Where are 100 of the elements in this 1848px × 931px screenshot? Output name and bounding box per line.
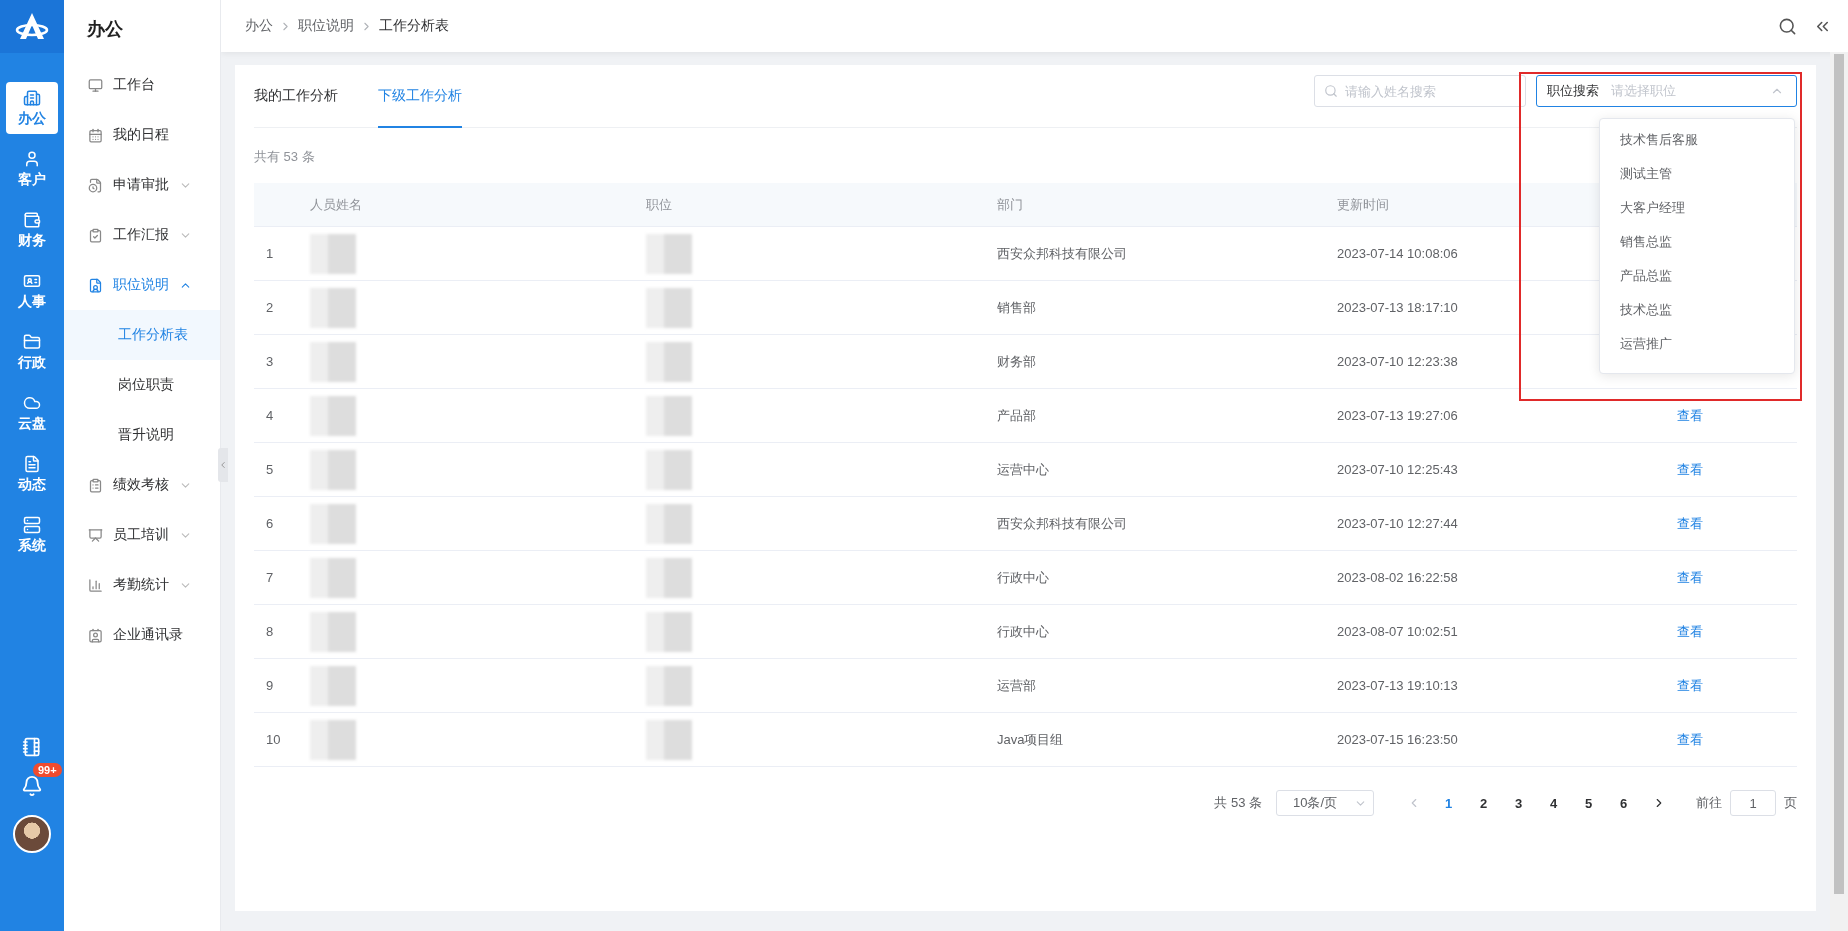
total-count: 共有 53 条 xyxy=(254,148,315,166)
rail-item[interactable]: 动态 xyxy=(6,448,58,500)
menu-icon xyxy=(88,477,103,493)
table-cell: 2023-07-13 19:10:13 xyxy=(1337,678,1458,693)
table-cell: 2023-07-15 16:23:50 xyxy=(1337,732,1458,747)
name-search-field[interactable]: 请输入姓名搜索 xyxy=(1314,75,1526,107)
view-link[interactable]: 查看 xyxy=(1665,515,1703,531)
row-number: 5 xyxy=(266,462,274,477)
menu-icon xyxy=(88,127,103,143)
rail-item[interactable]: 行政 xyxy=(6,326,58,378)
menu-icon xyxy=(88,277,103,293)
scrollbar[interactable] xyxy=(1830,52,1848,931)
dropdown-option[interactable]: 产品总监 xyxy=(1600,261,1794,290)
notification-badge: 99+ xyxy=(33,763,62,777)
page-number[interactable]: 4 xyxy=(1536,795,1571,811)
menu-icon xyxy=(88,527,103,543)
table-cell: 2023-07-14 10:08:06 xyxy=(1337,246,1458,261)
rail-item[interactable]: 客户 xyxy=(6,143,58,195)
collapse-handle[interactable] xyxy=(218,448,228,482)
row-number: 9 xyxy=(266,678,274,693)
position-select[interactable]: 职位搜索 请选择职位 xyxy=(1536,75,1797,107)
table-cell: 西安众邦科技有限公司 xyxy=(997,244,1127,263)
goto-label: 前往 xyxy=(1696,794,1722,812)
row-number: 1 xyxy=(266,246,274,261)
sidebar-subitem[interactable]: 工作分析表 xyxy=(64,310,220,360)
sidebar-item[interactable]: 工作汇报 xyxy=(64,210,220,260)
table-cell: 运营部 xyxy=(997,676,1036,695)
page-number[interactable]: 6 xyxy=(1606,795,1641,811)
pagination-total: 共 53 条 xyxy=(1214,794,1262,812)
search-icon xyxy=(1324,84,1338,98)
notebook-icon[interactable] xyxy=(22,737,42,757)
sidebar-title: 办公 xyxy=(86,18,124,41)
sidebar-subitem[interactable]: 岗位职责 xyxy=(64,360,220,410)
page-number[interactable]: 3 xyxy=(1501,795,1536,811)
rail-item[interactable]: 人事 xyxy=(6,265,58,317)
table-cell: 2023-08-02 16:22:58 xyxy=(1337,570,1458,585)
menu-icon xyxy=(88,227,103,243)
dropdown-option[interactable]: 技术售后客服 xyxy=(1600,125,1794,154)
page-size-select[interactable]: 10条/页 xyxy=(1276,790,1374,816)
category-icon xyxy=(23,210,41,229)
page-number[interactable]: 2 xyxy=(1466,795,1501,811)
table-cell: 运营中心 xyxy=(997,460,1049,479)
column-header: 职位 xyxy=(646,195,672,214)
bell-icon[interactable] xyxy=(21,775,43,797)
menu-icon xyxy=(88,577,103,593)
breadcrumb-item[interactable]: 职位说明 xyxy=(298,17,354,35)
sidebar-subitem[interactable]: 晋升说明 xyxy=(64,410,220,460)
view-link[interactable]: 查看 xyxy=(1665,731,1703,747)
sidebar-item[interactable]: 工作台 xyxy=(64,60,220,110)
table-cell: 2023-07-10 12:25:43 xyxy=(1337,462,1458,477)
row-number: 4 xyxy=(266,408,274,423)
avatar[interactable] xyxy=(13,815,51,853)
sidebar-item[interactable]: 考勤统计 xyxy=(64,560,220,610)
sidebar-item[interactable]: 企业通讯录 xyxy=(64,610,220,660)
menu-icon xyxy=(88,77,103,93)
category-icon xyxy=(23,454,41,473)
row-number: 6 xyxy=(266,516,274,531)
goto-page-field[interactable]: 1 xyxy=(1730,790,1776,816)
row-number: 10 xyxy=(266,732,281,747)
tab[interactable]: 我的工作分析 xyxy=(254,65,338,128)
view-link[interactable]: 查看 xyxy=(1665,461,1703,477)
category-icon xyxy=(23,515,41,534)
row-number: 7 xyxy=(266,570,274,585)
dropdown-option[interactable]: 销售总监 xyxy=(1600,227,1794,256)
dropdown-option[interactable]: 测试主管 xyxy=(1600,159,1794,188)
table-cell: 行政中心 xyxy=(997,568,1049,587)
page-number[interactable]: 5 xyxy=(1571,795,1606,811)
view-link[interactable]: 查看 xyxy=(1665,677,1703,693)
row-number: 3 xyxy=(266,354,274,369)
dropdown-option[interactable]: 运营推广 xyxy=(1600,329,1794,358)
sidebar-item[interactable]: 绩效考核 xyxy=(64,460,220,510)
page-number[interactable]: 1 xyxy=(1431,795,1466,811)
view-link[interactable]: 查看 xyxy=(1665,407,1703,423)
table-cell: 2023-07-13 19:27:06 xyxy=(1337,408,1458,423)
column-header: 更新时间 xyxy=(1337,195,1389,214)
breadcrumb-item[interactable]: 办公 xyxy=(245,17,273,35)
dropdown-option[interactable]: 技术总监 xyxy=(1600,295,1794,324)
search-icon[interactable] xyxy=(1778,16,1797,36)
table-cell: 销售部 xyxy=(997,298,1036,317)
tab[interactable]: 下级工作分析 xyxy=(378,65,462,128)
rail-item[interactable]: 云盘 xyxy=(6,387,58,439)
rail-item[interactable]: 办公 xyxy=(6,82,58,134)
table-cell: 2023-07-13 18:17:10 xyxy=(1337,300,1458,315)
table-cell: 西安众邦科技有限公司 xyxy=(997,514,1127,533)
view-link[interactable]: 查看 xyxy=(1665,569,1703,585)
sidebar-item[interactable]: 职位说明 xyxy=(64,260,220,310)
sidebar-item[interactable]: 申请审批 xyxy=(64,160,220,210)
row-number: 8 xyxy=(266,624,274,639)
table-cell: 产品部 xyxy=(997,406,1036,425)
rail-item[interactable]: 财务 xyxy=(6,204,58,256)
row-number: 2 xyxy=(266,300,274,315)
category-icon xyxy=(23,149,41,168)
sidebar-item[interactable]: 员工培训 xyxy=(64,510,220,560)
rail-item[interactable]: 系统 xyxy=(6,509,58,561)
category-icon xyxy=(23,88,41,107)
page-unit: 页 xyxy=(1784,794,1797,812)
view-link[interactable]: 查看 xyxy=(1665,623,1703,639)
table-cell: Java项目组 xyxy=(997,730,1064,749)
sidebar-item[interactable]: 我的日程 xyxy=(64,110,220,160)
dropdown-option[interactable]: 大客户经理 xyxy=(1600,193,1794,222)
